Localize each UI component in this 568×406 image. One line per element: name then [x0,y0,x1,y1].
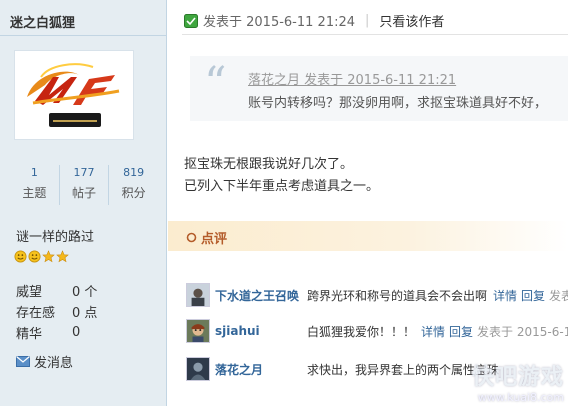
comment-text: 白狐狸我爱你！！！ [307,324,416,339]
stat-posts[interactable]: 177 帖子 [60,165,110,205]
rank-badges [14,250,69,263]
only-author-link[interactable]: 只看该作者 [379,11,444,30]
send-message-link[interactable]: 发消息 [16,352,73,371]
info-value: 0 点 [72,306,98,321]
star-badge-icon [56,250,69,263]
comment-row: 下水道之王召唤 跨界光环和称号的道具会不会出啊 详情 回复 发表于 [186,283,568,307]
comment-text: 求快出，我异界套上的两个属性宝珠 [307,362,500,377]
stat-posts-label: 帖子 [72,186,97,200]
quote-author-link[interactable]: 落花之月 发表于 2015-6-11 21:21 [248,69,456,88]
comment-reply-link[interactable]: 回复 [521,287,545,304]
send-message-label: 发消息 [34,356,74,371]
comment-row: 落花之月 求快出，我异界套上的两个属性宝珠 [186,357,499,381]
commenter-name[interactable]: sjiahui [215,324,307,338]
header-separator: | [365,13,370,28]
quote-block: “ 落花之月 发表于 2015-6-11 21:21 账号内转移吗？那没卵用啊，… [190,56,568,121]
stat-topics-count: 1 [30,166,38,179]
info-value: 0 [72,325,81,340]
commenter-avatar[interactable] [186,319,210,343]
stat-points-count: 819 [123,166,145,179]
info-key: 威望 [16,285,43,300]
sidebar-divider [0,35,167,36]
envelope-icon [16,356,30,367]
post-header: 发表于 2015-6-11 21:24 | 只看该作者 [184,11,444,30]
site-watermark: 快吧游戏 www.kuai8.com [472,359,564,404]
stat-points[interactable]: 819 积分 [109,165,158,205]
stat-topics-label: 主题 [22,186,47,200]
comment-time: 发表于 [549,288,568,303]
comment-detail-link[interactable]: 详情 [421,323,445,340]
comment-row: sjiahui 白狐狸我爱你！！！ 详情 回复 发表于 2015-6-1 [186,319,568,343]
header-rule [182,34,568,35]
author-avatar[interactable] [14,50,134,140]
quote-mark-icon: “ [204,58,227,109]
watermark-title: 快吧游戏 [471,365,564,390]
commenter-avatar[interactable] [186,357,210,381]
info-row-digest: 精华 0 [16,322,97,343]
post-body-line: 已列入下半年重点考虑道具之一。 [184,179,380,194]
post-body: 抠宝珠无根跟我说好几次了。 已列入下半年重点考虑道具之一。 [184,154,379,198]
post-timestamp: 发表于 2015-6-11 21:24 [203,15,356,30]
stat-topics[interactable]: 1 主题 [10,165,60,205]
commenter-avatar[interactable] [186,283,210,307]
star-badge-icon [42,250,55,263]
author-username[interactable]: 迷之白狐狸 [10,12,75,31]
author-motto: 谜一样的路过 [16,230,95,245]
stat-posts-count: 177 [73,166,95,179]
info-value: 0 个 [72,285,98,300]
author-sidebar: 迷之白狐狸 1 主题 177 帖子 819 积分 谜一样的路过 威望 0 个 存… [0,0,167,406]
post-body-line: 抠宝珠无根跟我说好几次了。 [184,157,354,172]
commenter-name[interactable]: 落花之月 [215,361,307,378]
info-key: 存在感 [16,306,56,321]
smiley-badge-icon [14,250,27,263]
watermark-url: www.kuai8.com [477,391,564,404]
review-label: 点评 [201,232,228,247]
info-row-presence: 存在感 0 点 [16,301,97,322]
stat-points-label: 积分 [121,186,146,200]
comment-reply-link[interactable]: 回复 [449,323,473,340]
info-row-prestige: 威望 0 个 [16,280,97,301]
review-heading: 点评 [186,228,227,247]
commenter-name[interactable]: 下水道之王召唤 [215,287,307,304]
comment-time: 发表于 2015-6-1 [477,324,568,339]
online-status-icon [184,13,198,28]
quote-text: 账号内转移吗？那没卵用啊，求抠宝珠道具好不好， [248,96,548,111]
review-circle-icon [186,232,197,243]
info-key: 精华 [16,327,43,342]
author-stats: 1 主题 177 帖子 819 积分 [10,165,158,205]
comment-text: 跨界光环和称号的道具会不会出啊 [307,288,488,303]
dnf-logo-image [15,51,133,139]
smiley-badge-icon [28,250,41,263]
post-content: 发表于 2015-6-11 21:24 | 只看该作者 “ 落花之月 发表于 2… [168,0,568,406]
review-bar: 点评 [168,221,568,251]
comment-detail-link[interactable]: 详情 [493,287,517,304]
author-info: 威望 0 个 存在感 0 点 精华 0 [16,280,97,343]
